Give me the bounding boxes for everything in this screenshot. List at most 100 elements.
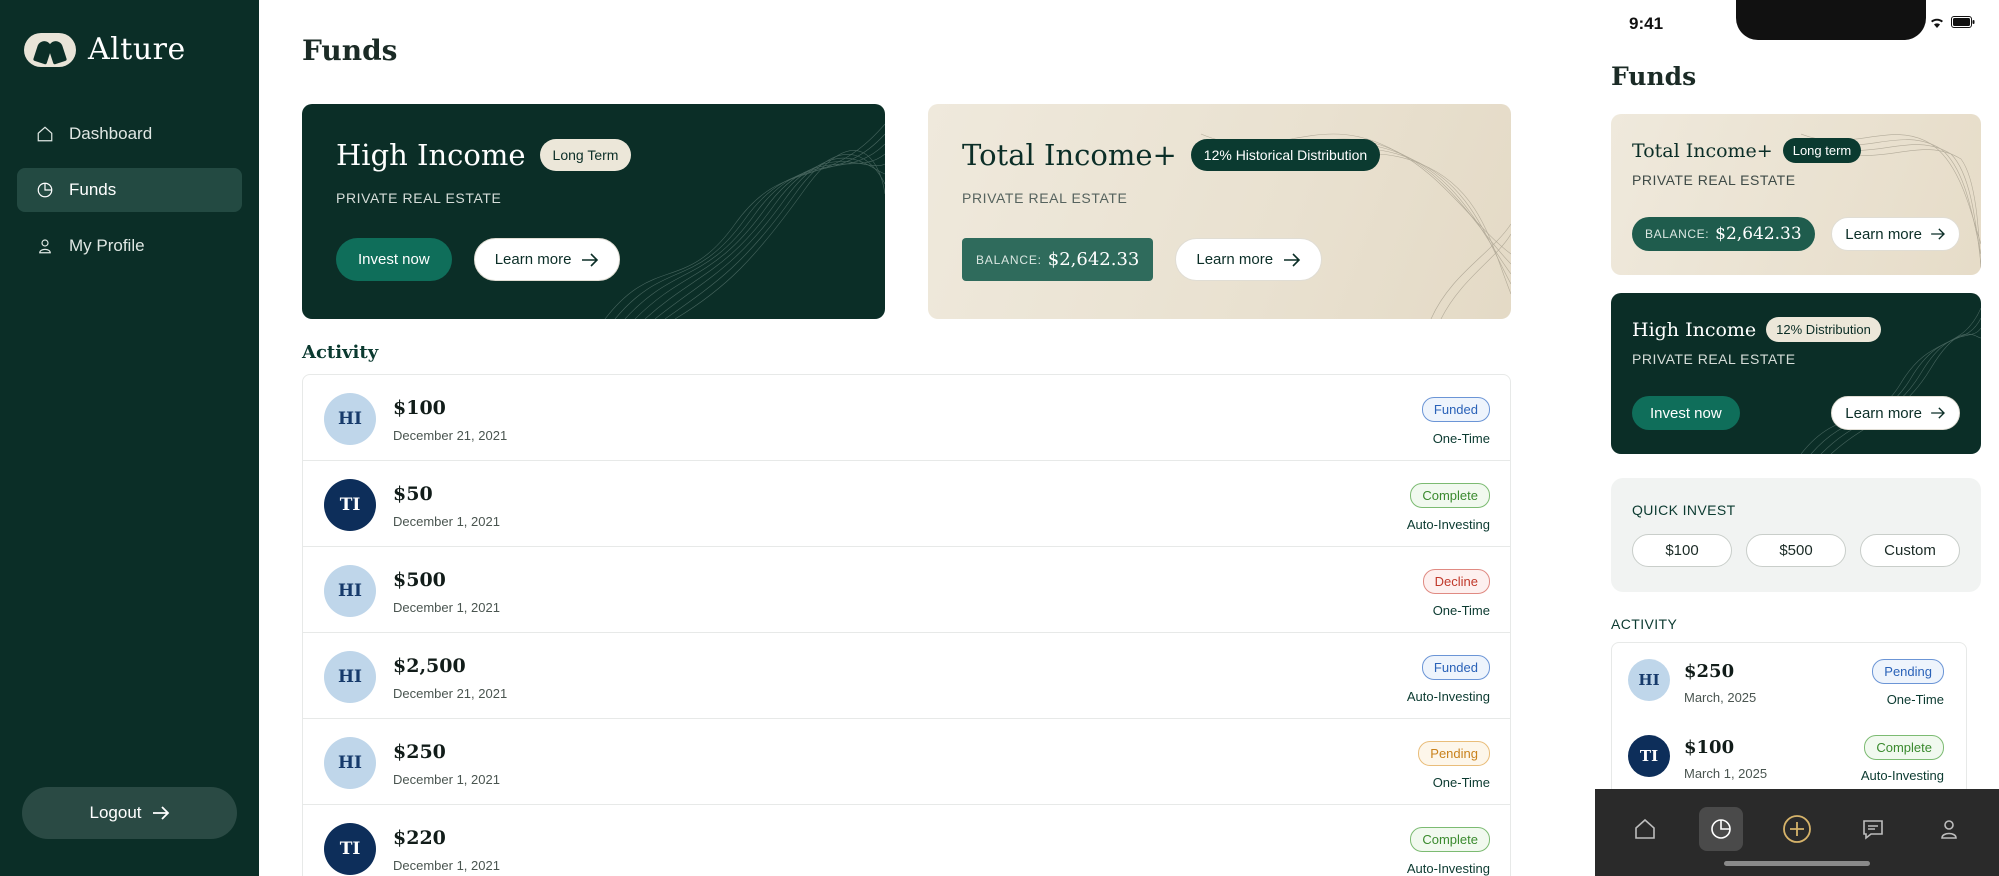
brand-logo[interactable]: Alture — [24, 32, 186, 67]
activity-amount: $250 — [393, 741, 446, 763]
activity-frequency: Auto-Investing — [1406, 517, 1490, 532]
status-badge: Pending — [1418, 741, 1490, 766]
card-header: Total Income+ Long term — [1632, 138, 1862, 163]
arrow-right-icon — [152, 806, 169, 820]
phone-activity-list: HI $250 March, 2025 Pending One-Time TI … — [1611, 642, 1967, 796]
sidebar: Alture Dashboard Funds My Profile Logout — [0, 0, 259, 876]
tab-messages[interactable] — [1851, 807, 1895, 851]
activity-amount: $100 — [393, 397, 446, 419]
fund-avatar: TI — [324, 823, 376, 875]
balance-value: $2,642.33 — [1047, 249, 1140, 270]
activity-frequency: One-Time — [1432, 775, 1490, 790]
fund-avatar: HI — [324, 651, 376, 703]
card-actions: Invest now Learn more — [1632, 396, 1960, 430]
activity-title: Activity — [302, 342, 379, 363]
phone-notch — [1736, 0, 1926, 40]
card-actions: Invest now Learn more — [336, 238, 621, 281]
quick-invest-option-100[interactable]: $100 — [1632, 534, 1732, 567]
activity-amount: $2,500 — [393, 655, 466, 677]
activity-row[interactable]: HI $2,500 December 21, 2021 Funded Auto-… — [303, 633, 1510, 719]
card-header: Total Income+ 12% Historical Distributio… — [962, 138, 1381, 172]
pie-chart-icon — [1711, 819, 1731, 839]
activity-row[interactable]: TI $220 December 1, 2021 Complete Auto-I… — [303, 805, 1510, 876]
invest-now-button[interactable]: Invest now — [336, 238, 452, 281]
battery-icon — [1951, 16, 1975, 28]
sidebar-item-dashboard[interactable]: Dashboard — [17, 112, 242, 156]
tab-invest[interactable] — [1775, 807, 1819, 851]
wifi-icon — [1931, 18, 1943, 28]
learn-more-button[interactable]: Learn more — [473, 238, 621, 281]
status-icons — [1905, 16, 1975, 28]
plus-circle-icon — [1783, 815, 1811, 843]
learn-more-label: Learn more — [1845, 225, 1922, 243]
arrow-right-icon — [1931, 407, 1945, 419]
phone-activity-title: ACTIVITY — [1611, 616, 1678, 632]
sidebar-item-my-profile[interactable]: My Profile — [17, 224, 242, 268]
arrow-right-icon — [582, 252, 599, 267]
learn-more-button[interactable]: Learn more — [1175, 238, 1323, 281]
phone-tab-bar — [1595, 789, 1999, 876]
activity-row[interactable]: HI $250 March, 2025 Pending One-Time — [1612, 643, 1966, 719]
activity-date: December 1, 2021 — [393, 772, 500, 787]
quick-invest-title: QUICK INVEST — [1632, 502, 1736, 518]
card-header: High Income 12% Distribution — [1632, 317, 1881, 342]
tab-profile[interactable] — [1927, 807, 1971, 851]
phone-fund-card-total-income: Total Income+ Long term PRIVATE REAL EST… — [1611, 114, 1981, 275]
activity-frequency: One-Time — [1886, 692, 1944, 707]
quick-invest-options: $100 $500 Custom — [1632, 534, 1960, 567]
phone-status-bar: 9:41 — [1629, 0, 1975, 40]
status-badge: Pending — [1872, 659, 1944, 684]
learn-more-button[interactable]: Learn more — [1831, 217, 1960, 251]
home-icon — [1635, 818, 1655, 839]
sidebar-item-funds[interactable]: Funds — [17, 168, 242, 212]
chat-icon — [1863, 820, 1883, 840]
tab-home[interactable] — [1623, 807, 1667, 851]
activity-date: December 1, 2021 — [393, 514, 500, 529]
fund-card-high-income: High Income Long Term PRIVATE REAL ESTAT… — [302, 104, 885, 319]
quick-invest-option-custom[interactable]: Custom — [1860, 534, 1960, 567]
activity-date: March 1, 2025 — [1684, 766, 1768, 781]
phone-fund-card-high-income: High Income 12% Distribution PRIVATE REA… — [1611, 293, 1981, 454]
invest-now-button[interactable]: Invest now — [1632, 396, 1740, 430]
quick-invest-option-500[interactable]: $500 — [1746, 534, 1846, 567]
activity-amount: $100 — [1684, 737, 1735, 758]
activity-row[interactable]: HI $250 December 1, 2021 Pending One-Tim… — [303, 719, 1510, 805]
activity-row[interactable]: TI $100 March 1, 2025 Complete Auto-Inve… — [1612, 719, 1966, 795]
learn-more-button[interactable]: Learn more — [1831, 396, 1960, 430]
activity-frequency: Auto-Investing — [1406, 689, 1490, 704]
balance-label: BALANCE: — [976, 252, 1042, 267]
status-badge: Funded — [1421, 397, 1490, 422]
arrow-right-icon — [1931, 228, 1945, 240]
tab-list — [1623, 807, 1971, 851]
status-badge: Decline — [1422, 569, 1490, 594]
user-icon — [1941, 820, 1957, 839]
quick-invest-panel: QUICK INVEST $100 $500 Custom — [1611, 478, 1981, 592]
sidebar-item-label: My Profile — [69, 236, 145, 255]
activity-list: HI $100 December 21, 2021 Funded One-Tim… — [302, 374, 1511, 876]
activity-row[interactable]: TI $50 December 1, 2021 Complete Auto-In… — [303, 461, 1510, 547]
arrow-right-icon — [1284, 252, 1301, 267]
sidebar-nav: Dashboard Funds My Profile — [17, 112, 242, 280]
term-badge: Long term — [1782, 138, 1862, 163]
fund-avatar: TI — [1628, 735, 1670, 777]
logout-button[interactable]: Logout — [22, 787, 237, 839]
logo-mark-icon — [24, 32, 76, 67]
activity-date: December 1, 2021 — [393, 600, 500, 615]
mobile-preview: 9:41 Funds Total Income+ Long term PRIVA… — [1595, 0, 1999, 876]
activity-frequency: One-Time — [1432, 603, 1490, 618]
activity-row[interactable]: HI $500 December 1, 2021 Decline One-Tim… — [303, 547, 1510, 633]
activity-frequency: Auto-Investing — [1406, 861, 1490, 876]
brand-name: Alture — [88, 32, 186, 67]
distribution-badge: 12% Historical Distribution — [1190, 139, 1381, 171]
card-actions: BALANCE: $2,642.33 Learn more — [1632, 217, 1960, 251]
activity-frequency: One-Time — [1432, 431, 1490, 446]
card-actions: BALANCE: $2,642.33 Learn more — [962, 238, 1323, 281]
activity-row[interactable]: HI $100 December 21, 2021 Funded One-Tim… — [303, 375, 1510, 461]
learn-more-label: Learn more — [494, 251, 572, 268]
fund-avatar: HI — [324, 565, 376, 617]
home-indicator — [1724, 861, 1870, 866]
tab-funds[interactable] — [1699, 807, 1743, 851]
logout-label: Logout — [89, 803, 142, 822]
home-icon — [35, 124, 55, 144]
activity-date: December 21, 2021 — [393, 686, 508, 701]
